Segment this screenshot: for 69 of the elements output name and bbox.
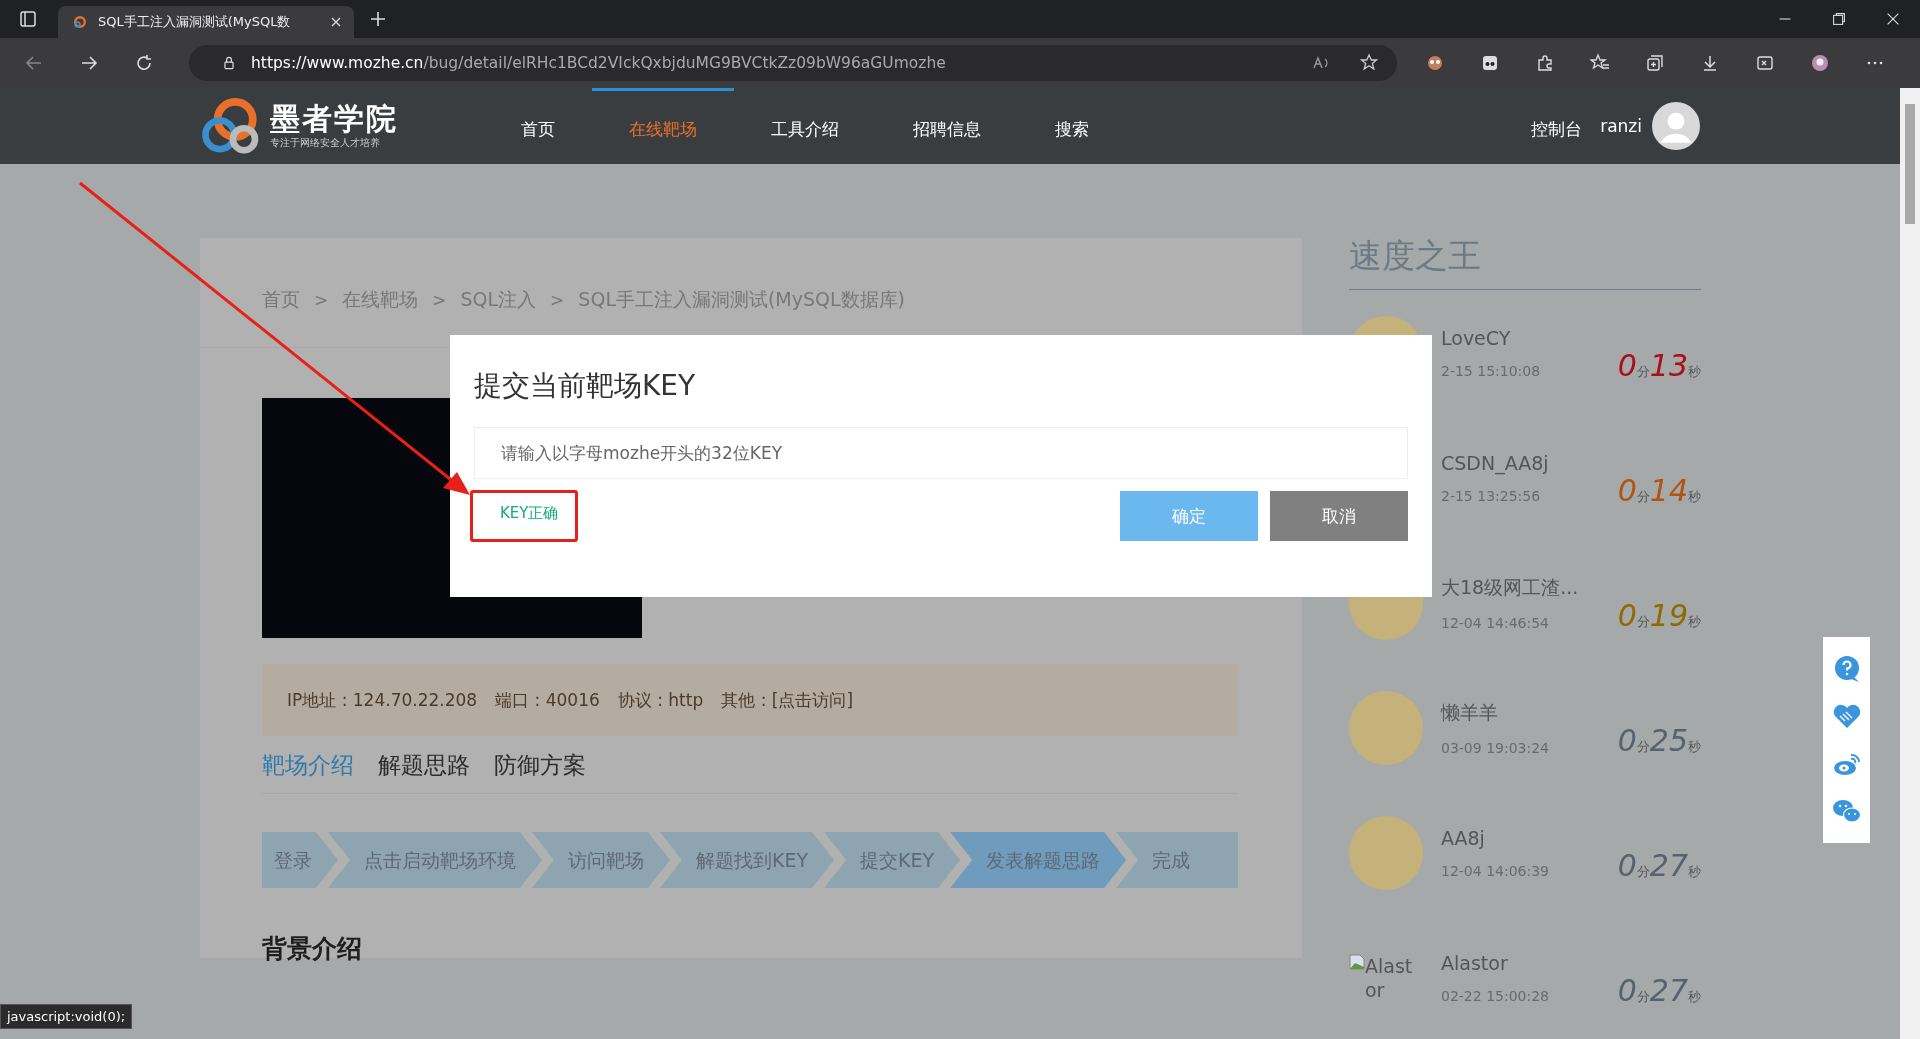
duration: 0分13秒 [1617, 348, 1701, 383]
timestamp: 03-09 19:03:24 [1441, 739, 1550, 756]
info-text: 协议 : http [617, 688, 704, 712]
profile-icon[interactable] [1810, 53, 1830, 73]
refresh-icon[interactable] [134, 53, 154, 73]
tab-title: SQL手工注入漏洞测试(MySQL数 [98, 13, 292, 31]
dialog-title: 提交当前靶场KEY [474, 368, 697, 404]
duration: 0分27秒 [1617, 848, 1701, 883]
duration: 0分14秒 [1617, 473, 1701, 508]
logo-title[interactable]: 墨者学院 [270, 102, 398, 136]
math-solver-icon[interactable] [1755, 53, 1775, 73]
timestamp: 02-22 15:00:28 [1441, 987, 1550, 1004]
timestamp: 2-15 13:25:56 [1441, 487, 1542, 504]
extension-icon[interactable] [1425, 53, 1445, 73]
console-link[interactable]: 控制台 [1513, 88, 1601, 164]
timestamp: 12-04 14:06:39 [1441, 862, 1550, 879]
user-name: LoveCY [1441, 326, 1512, 349]
nav-link[interactable]: 搜索 [1018, 88, 1126, 164]
lock-icon [221, 55, 237, 71]
browser-tab[interactable]: SQL手工注入漏洞测试(MySQL数 [58, 6, 354, 38]
puzzle-icon[interactable] [1535, 53, 1555, 73]
breadcrumb-separator: > [314, 289, 329, 310]
user-name: 懒羊羊 [1441, 699, 1499, 725]
cloud-icon [72, 14, 88, 30]
logo-subtitle: 专注于网络安全人才培养 [270, 136, 381, 150]
avatar-icon[interactable] [1652, 102, 1700, 150]
timestamp: 2-15 15:10:08 [1441, 362, 1542, 379]
user-name: AA8j [1441, 826, 1486, 849]
nav-link[interactable]: 首页 [484, 88, 592, 164]
duration: 0分25秒 [1617, 723, 1701, 758]
duration: 0分27秒 [1617, 973, 1701, 1008]
progress-step: 点击启动靶场环境 [328, 832, 542, 888]
scrollbar[interactable] [1900, 88, 1920, 1039]
progress-step: 提交KEY [824, 832, 961, 888]
extension-icon[interactable] [1480, 53, 1500, 73]
user-name: Alastor [1441, 951, 1509, 974]
content-tab[interactable]: 防御方案 [494, 750, 586, 781]
content-tab[interactable]: 解题思路 [378, 750, 470, 781]
progress-step: 发表解题思路 [950, 832, 1127, 888]
duration: 0分19秒 [1617, 598, 1701, 633]
nav-link[interactable]: 在线靶场 [592, 88, 734, 164]
info-text: 其他 : [点击访问] [721, 688, 854, 712]
progress-step: 完成 [1116, 832, 1238, 888]
user-name: 大18级网工渣... [1441, 574, 1580, 600]
user-name: CSDN_AA8j [1441, 451, 1550, 474]
section-heading: 背景介绍 [262, 933, 363, 965]
image-alt-text: Alastor [1365, 953, 1414, 1002]
breadcrumb-separator: > [432, 289, 447, 310]
timestamp: 12-04 14:46:54 [1441, 614, 1550, 631]
restore-icon[interactable] [1830, 10, 1848, 28]
add-favorite-icon[interactable] [1359, 53, 1379, 73]
new-tab-icon[interactable] [368, 9, 388, 29]
key-input[interactable]: 请输入以字母mozhe开头的32位KEY [474, 427, 1408, 479]
progress-step: 访问靶场 [532, 832, 670, 888]
collections-icon[interactable] [1645, 53, 1665, 73]
address-field[interactable]: https://www.mozhe.cn/bug/detail/elRHc1BCd2VIckQxbjduMG9BVCtkZz09bW96aGUmozhe [189, 45, 1397, 81]
nav-link[interactable]: 招聘信息 [876, 88, 1018, 164]
tab-actions-icon[interactable] [18, 9, 38, 29]
info-text: 端口 : 40016 [495, 688, 600, 712]
broken-image-icon [1349, 953, 1365, 970]
success-message: KEY正确 [500, 503, 559, 523]
breadcrumb-separator: > [550, 289, 565, 310]
status-bar-text: javascript:void(0); [0, 1004, 133, 1029]
ranking-title: 速度之王 [1349, 234, 1701, 290]
progress-step: 解题找到KEY [660, 832, 835, 888]
cancel-button[interactable]: 取消 [1270, 491, 1408, 541]
username[interactable]: ranzi [1600, 116, 1642, 136]
info-text: IP地址 : 124.70.22.208 [287, 688, 478, 712]
nav-link[interactable]: 工具介绍 [734, 88, 876, 164]
